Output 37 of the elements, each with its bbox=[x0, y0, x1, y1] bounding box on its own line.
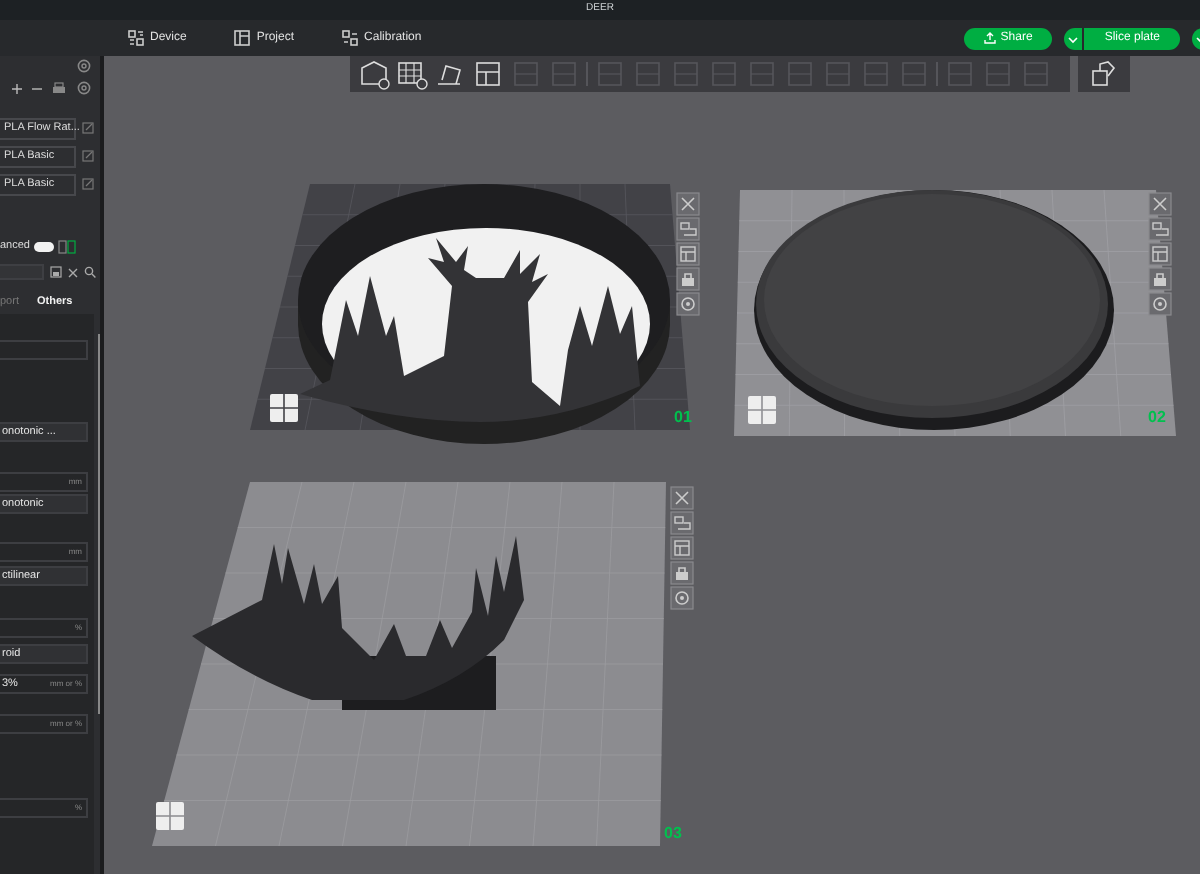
settings-icon[interactable] bbox=[676, 292, 700, 316]
lock-icon[interactable] bbox=[1148, 267, 1172, 291]
dropdown-button[interactable] bbox=[1064, 27, 1083, 49]
grid-plate-icon[interactable] bbox=[396, 58, 428, 90]
edit-icon[interactable] bbox=[82, 150, 94, 162]
add-cube-icon[interactable] bbox=[358, 58, 390, 90]
plate-grid-icon[interactable] bbox=[155, 801, 185, 831]
lock-icon[interactable] bbox=[676, 267, 700, 291]
settings-icon[interactable] bbox=[670, 586, 694, 610]
edit-icon[interactable] bbox=[82, 122, 94, 134]
plate-number: 02 bbox=[1148, 408, 1166, 426]
arrange-icon[interactable] bbox=[670, 511, 694, 535]
toggle-switch[interactable] bbox=[34, 241, 54, 251]
close-icon[interactable] bbox=[676, 192, 700, 216]
close-icon[interactable] bbox=[670, 486, 694, 510]
lock-icon[interactable] bbox=[670, 561, 694, 585]
arrange-icon[interactable] bbox=[676, 217, 700, 241]
device-icon bbox=[128, 30, 144, 46]
calibration-icon bbox=[342, 30, 359, 46]
minus-icon[interactable] bbox=[32, 83, 42, 93]
settings-icon[interactable] bbox=[1148, 292, 1172, 316]
arrange-icon[interactable] bbox=[472, 58, 504, 90]
upload-icon bbox=[984, 32, 997, 44]
assembly-icon[interactable] bbox=[1088, 58, 1120, 90]
plate-number: 01 bbox=[674, 408, 692, 426]
plate-grid-icon[interactable] bbox=[269, 393, 299, 423]
save-icon[interactable] bbox=[50, 266, 62, 278]
project-icon bbox=[234, 30, 251, 46]
plus-icon[interactable] bbox=[12, 83, 22, 93]
arrange-icon[interactable] bbox=[1148, 217, 1172, 241]
search-icon[interactable] bbox=[84, 266, 96, 278]
close-icon[interactable] bbox=[1148, 192, 1172, 216]
setting-field[interactable] bbox=[0, 340, 88, 360]
edit-icon[interactable] bbox=[82, 178, 94, 190]
compare-icon[interactable] bbox=[58, 239, 76, 253]
close-icon[interactable] bbox=[68, 267, 78, 277]
plate-number: 03 bbox=[664, 824, 682, 842]
